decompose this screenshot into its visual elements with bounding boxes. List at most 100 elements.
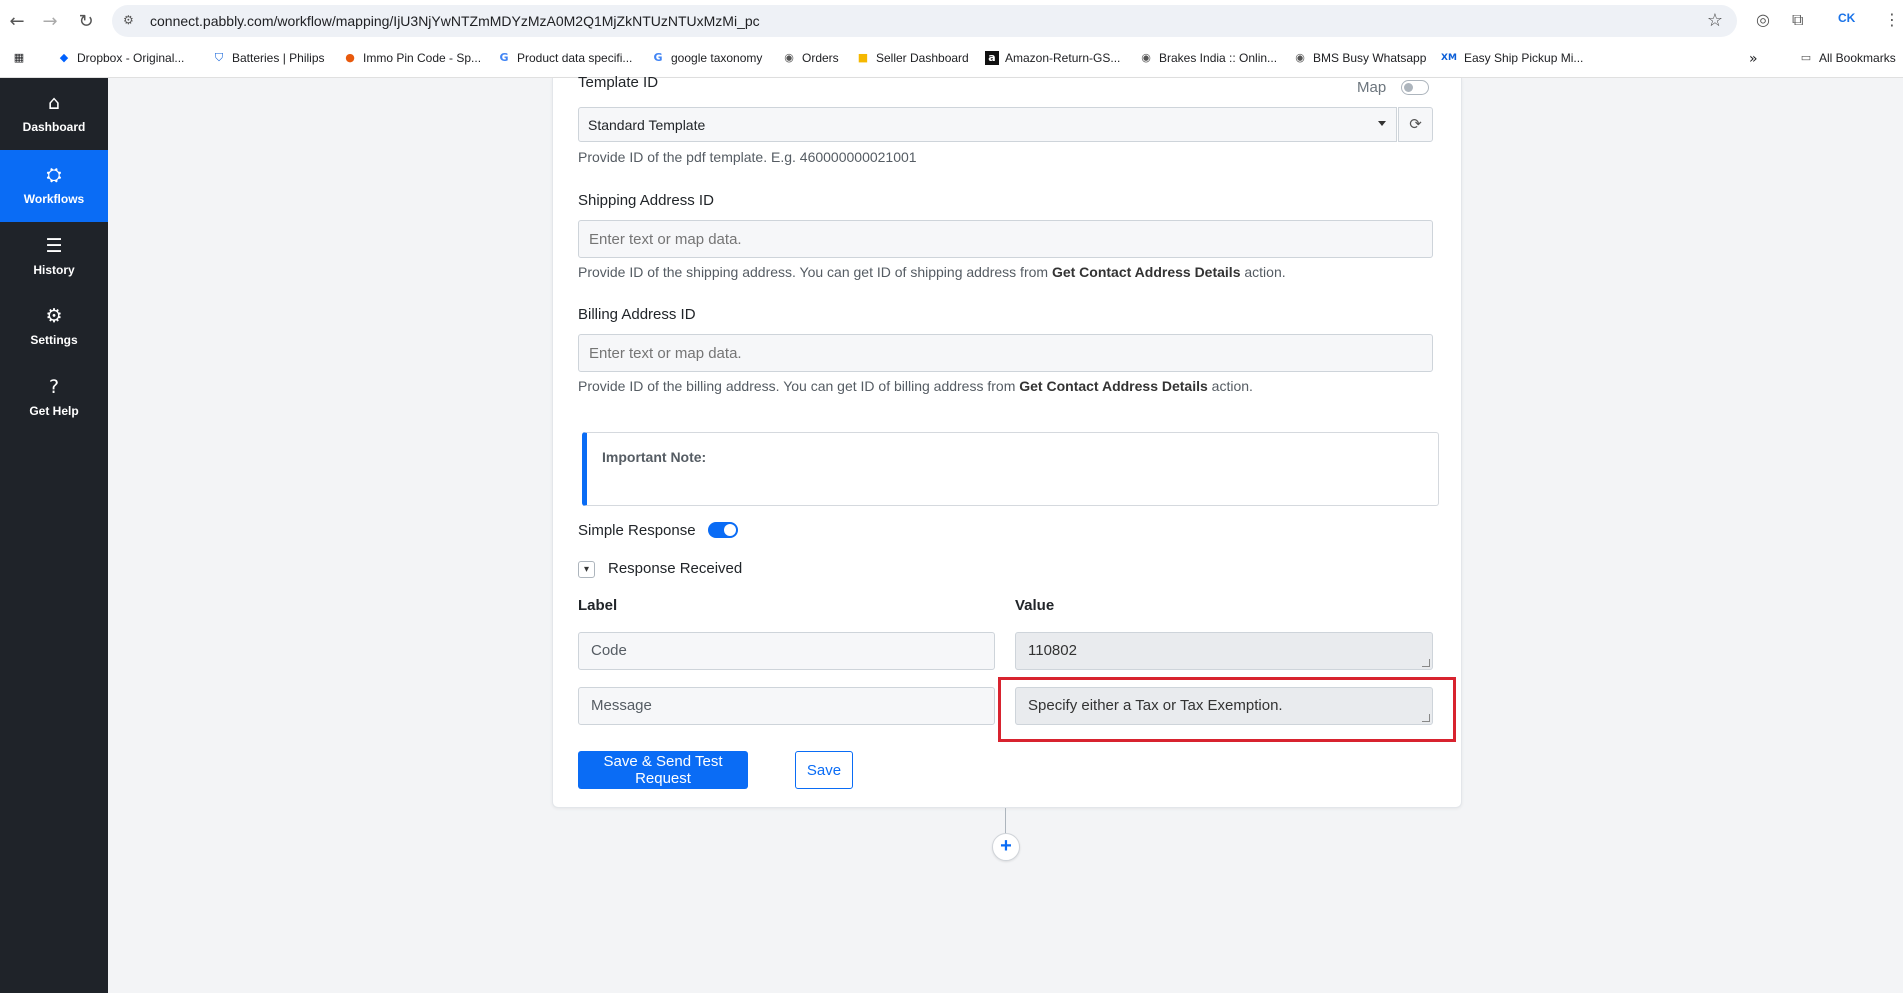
- sidebar-item-label: Get Help: [29, 404, 79, 418]
- workflow-icon: ⛭: [46, 164, 62, 186]
- bookmark-label: Orders: [802, 51, 839, 65]
- sidebar-item-settings[interactable]: ⚙ Settings: [0, 291, 108, 363]
- response-label-cell[interactable]: Code: [578, 632, 995, 670]
- bookmark-label: BMS Busy Whatsapp: [1313, 51, 1427, 65]
- simple-response-toggle[interactable]: [708, 522, 738, 538]
- bookmark-label: Dropbox - Original...: [77, 51, 185, 65]
- response-label-cell[interactable]: Message: [578, 687, 995, 725]
- camera-icon[interactable]: ◎: [1756, 10, 1770, 29]
- bookmark-item[interactable]: G Product data specifi...: [497, 51, 632, 65]
- bookmark-item[interactable]: ◉ BMS Busy Whatsapp: [1293, 51, 1426, 65]
- bookmark-label: Immo Pin Code - Sp...: [363, 51, 482, 65]
- bookmark-item[interactable]: a Amazon-Return-GS...: [985, 51, 1120, 65]
- dropbox-icon: ◆: [59, 51, 69, 64]
- bookmark-item[interactable]: ◉ Brakes India :: Onlin...: [1139, 51, 1277, 65]
- label-column-header: Label: [578, 597, 618, 614]
- toggle-knob: [724, 524, 736, 536]
- bookmark-item[interactable]: ◉ Orders: [782, 51, 839, 65]
- sidebar-item-dashboard[interactable]: ⌂ Dashboard: [0, 78, 108, 150]
- url-text[interactable]: connect.pabbly.com/workflow/mapping/IjU3…: [150, 13, 760, 29]
- toggle-knob: [1404, 83, 1413, 92]
- shipping-address-label: Shipping Address ID: [578, 192, 714, 209]
- note-title: Important Note:: [602, 449, 707, 465]
- template-id-label: Template ID: [578, 74, 659, 91]
- google-icon: G: [653, 51, 663, 64]
- bookmark-item[interactable]: Ggoogle taxonomy: [651, 51, 762, 65]
- template-help-text: Provide ID of the pdf template. E.g. 460…: [578, 149, 917, 165]
- help-text-action: Get Contact Address Details: [1019, 378, 1208, 394]
- apps-grid-icon[interactable]: ▦: [12, 51, 32, 65]
- sidebar-item-get-help[interactable]: ? Get Help: [0, 362, 108, 434]
- simple-response-label: Simple Response: [578, 522, 696, 539]
- shipping-address-input[interactable]: [578, 220, 1433, 258]
- forward-icon[interactable]: →: [37, 8, 63, 34]
- response-received-label[interactable]: Response Received: [608, 560, 742, 577]
- app-sidebar: ⌂ Dashboard ⛭ Workflows ☰ History ⚙ Sett…: [0, 78, 108, 993]
- save-button[interactable]: Save: [795, 751, 853, 789]
- caret-down-icon: [1378, 121, 1386, 126]
- bookmark-item[interactable]: ■ Seller Dashboard: [856, 51, 969, 65]
- bookmark-item[interactable]: ● Immo Pin Code - Sp...: [343, 51, 481, 65]
- home-icon: ⌂: [47, 92, 61, 114]
- shipping-help-text: Provide ID of the shipping address. You …: [578, 264, 1286, 280]
- save-send-test-button[interactable]: Save & Send Test Request: [578, 751, 748, 789]
- more-bookmarks-icon[interactable]: »: [1749, 51, 1758, 67]
- resize-grip-icon[interactable]: [1422, 659, 1430, 667]
- list-icon: ☰: [45, 235, 63, 257]
- sidebar-item-history[interactable]: ☰ History: [0, 221, 108, 293]
- folder-outline-icon: ▭: [1800, 51, 1812, 64]
- all-bookmarks[interactable]: ▭ All Bookmarks: [1799, 51, 1896, 65]
- sidebar-item-label: Settings: [30, 333, 78, 347]
- pin-icon: ●: [345, 51, 355, 64]
- address-bar[interactable]: ⚙ connect.pabbly.com/workflow/mapping/Ij…: [112, 5, 1737, 37]
- response-value-cell[interactable]: 110802: [1015, 632, 1433, 670]
- sidebar-item-label: Dashboard: [22, 120, 86, 134]
- step-connector-line: [1005, 808, 1006, 834]
- value-column-header: Value: [1015, 597, 1055, 614]
- menu-kebab-icon[interactable]: ⋮: [1884, 10, 1900, 29]
- bookmarks-bar: ▦ ◆ Dropbox - Original... ⛉ Batteries | Ph…: [0, 42, 1903, 78]
- billing-address-label: Billing Address ID: [578, 306, 696, 323]
- template-select-value: Standard Template: [588, 117, 706, 133]
- reload-icon[interactable]: ↻: [73, 8, 99, 34]
- bookmark-item[interactable]: ◆ Dropbox - Original...: [57, 51, 185, 65]
- all-bookmarks-label: All Bookmarks: [1819, 51, 1896, 65]
- help-text-prefix: Provide ID of the shipping address. You …: [578, 264, 1052, 280]
- add-step-icon[interactable]: +: [992, 833, 1020, 861]
- back-icon[interactable]: ←: [4, 8, 30, 34]
- globe-icon: ◉: [1295, 51, 1305, 64]
- gear-icon: ⚙: [45, 305, 63, 327]
- globe-icon: ◉: [1141, 51, 1151, 64]
- map-label: Map: [1357, 79, 1387, 96]
- billing-address-input[interactable]: [578, 334, 1433, 372]
- shield-icon: ⛉: [214, 51, 224, 64]
- highlight-box: [998, 677, 1456, 742]
- extensions-icon[interactable]: ⧉: [1792, 10, 1803, 30]
- response-value-text: 110802: [1028, 642, 1077, 659]
- help-text-suffix: action.: [1207, 378, 1253, 394]
- help-text-suffix: action.: [1240, 264, 1286, 280]
- refresh-icon[interactable]: ⟳: [1398, 107, 1433, 142]
- chevron-down-icon[interactable]: ▾: [578, 561, 595, 578]
- bookmark-item[interactable]: ⛉ Batteries | Philips: [212, 51, 325, 65]
- important-note: Important Note:: [582, 432, 1439, 506]
- sidebar-item-label: History: [33, 263, 75, 277]
- folder-icon: ■: [857, 51, 869, 64]
- bookmark-star-icon[interactable]: ☆: [1707, 10, 1723, 31]
- help-text-action: Get Contact Address Details: [1051, 264, 1241, 280]
- bookmark-label: Amazon-Return-GS...: [1005, 51, 1121, 65]
- sidebar-item-label: Workflows: [23, 192, 85, 206]
- bookmark-item[interactable]: XM Easy Ship Pickup Mi...: [1440, 51, 1583, 65]
- bookmark-label: Product data specifi...: [517, 51, 633, 65]
- profile-avatar[interactable]: CK: [1838, 11, 1855, 25]
- help-text-prefix: Provide ID of the billing address. You c…: [578, 378, 1020, 394]
- bookmark-label: Batteries | Philips: [232, 51, 325, 65]
- xm-icon: XM: [1441, 53, 1457, 63]
- template-select[interactable]: Standard Template: [578, 107, 1397, 142]
- site-settings-icon[interactable]: ⚙: [123, 13, 139, 29]
- billing-help-text: Provide ID of the billing address. You c…: [578, 378, 1253, 394]
- sidebar-item-workflows[interactable]: ⛭ Workflows: [0, 150, 108, 222]
- map-toggle[interactable]: [1401, 80, 1429, 95]
- bookmark-label: Easy Ship Pickup Mi...: [1464, 51, 1584, 65]
- help-icon: ?: [48, 376, 60, 398]
